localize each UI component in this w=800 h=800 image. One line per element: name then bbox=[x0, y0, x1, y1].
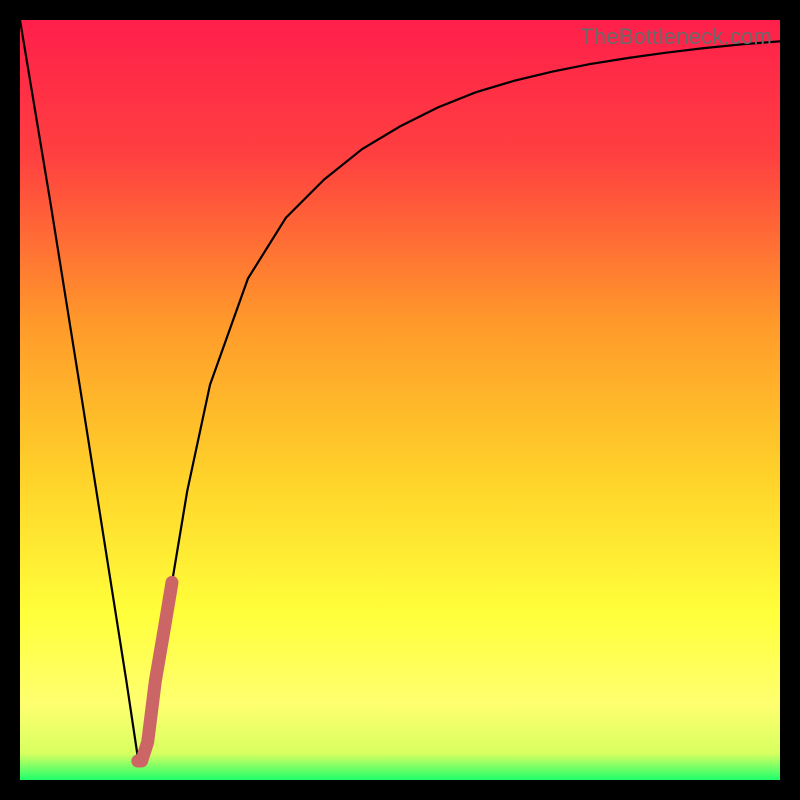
gradient-background bbox=[20, 20, 780, 780]
chart-frame: TheBottleneck.com bbox=[20, 20, 780, 780]
watermark-text: TheBottleneck.com bbox=[580, 24, 772, 50]
bottleneck-plot bbox=[20, 20, 780, 780]
